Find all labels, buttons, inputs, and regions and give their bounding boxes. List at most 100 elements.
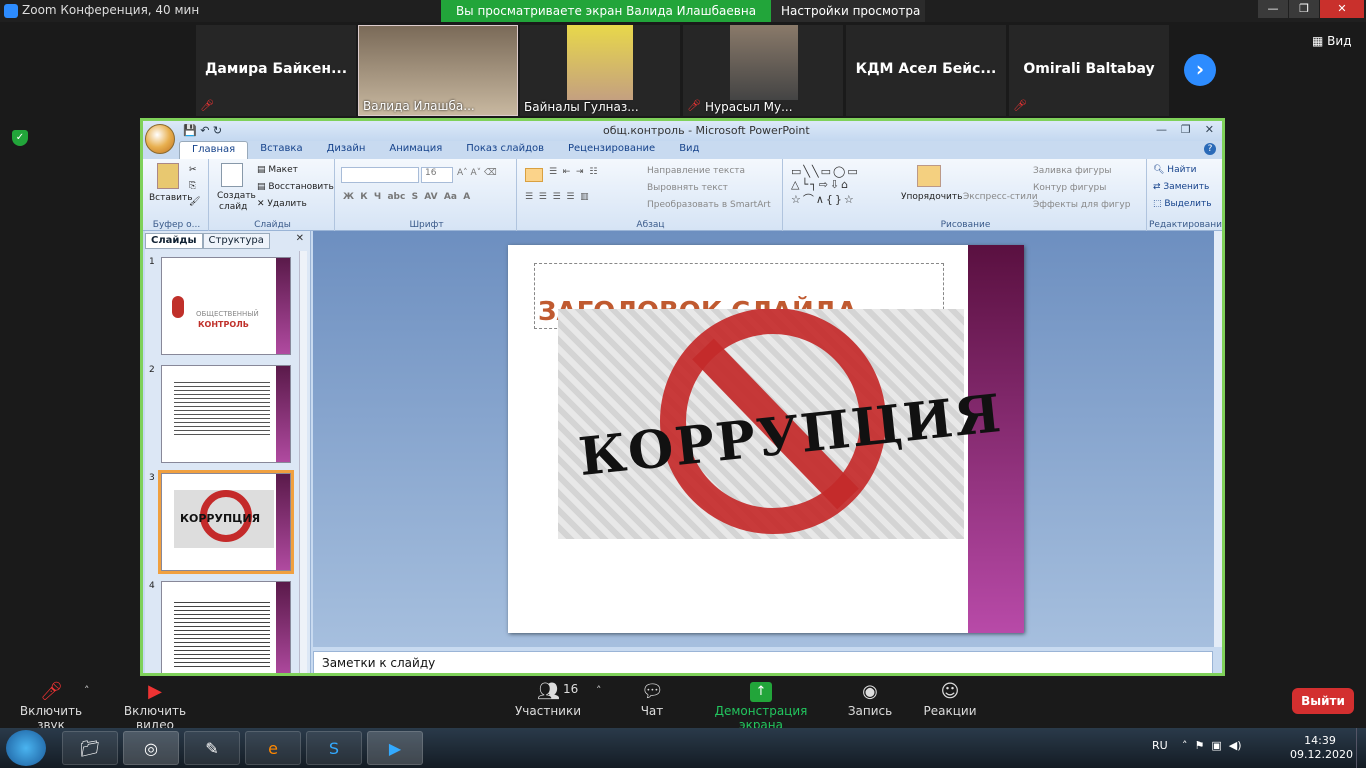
editor-scrollbar[interactable] xyxy=(1214,231,1222,647)
font-format-buttons[interactable]: Ж К Ч abc S AV Aa A xyxy=(343,192,470,202)
next-page-button[interactable]: › xyxy=(1184,54,1216,86)
shape-effects-button[interactable]: Эффекты для фигур xyxy=(1033,200,1130,210)
close-button[interactable]: ✕ xyxy=(1320,0,1364,18)
chrome-task[interactable]: ◎ xyxy=(123,731,179,765)
font-grow-buttons[interactable]: A˄ A˅ ⌫ xyxy=(457,168,497,178)
leave-button[interactable]: Выйти xyxy=(1292,688,1354,714)
chat-button[interactable]: 💬︎ Чат xyxy=(630,676,674,719)
arrange-icon[interactable] xyxy=(917,165,941,187)
group-editing: 🔍︎ Найти ⇄ Заменить ⬚ Выделить Редактиро… xyxy=(1149,159,1222,231)
zoom-toolbar: 🎤︎ Включить звук ˄ ▶ Включить видео 👥︎ У… xyxy=(0,676,1366,732)
share-screen-button[interactable]: ↑ Демонстрация экрана xyxy=(696,676,826,732)
reactions-icon: ☺ xyxy=(940,681,960,702)
participant-tile[interactable]: Валида Илашба... xyxy=(358,25,518,116)
layout-button[interactable]: ▤ Макет xyxy=(257,165,298,175)
minimize-button[interactable]: — xyxy=(1258,0,1288,18)
ribbon: Вставить ✂ ⎘ 🖌︎ Буфер о... Создать слайд… xyxy=(143,159,1222,231)
chevron-up-icon[interactable]: ˄ xyxy=(84,684,90,697)
new-slide-icon[interactable] xyxy=(221,163,243,187)
start-button[interactable] xyxy=(6,730,46,766)
tab-outline[interactable]: Структура xyxy=(202,233,270,249)
delete-label: Удалить xyxy=(267,199,307,209)
participant-tile[interactable]: Дамира Байкен... 🎤︎ xyxy=(196,25,356,116)
zoom-task[interactable]: ▶ xyxy=(367,731,423,765)
paste-icon[interactable] xyxy=(157,163,179,189)
record-label: Запись xyxy=(847,704,893,718)
tab-design[interactable]: Дизайн xyxy=(315,141,378,159)
corruption-image[interactable]: КОРРУПЦИЯ xyxy=(558,308,1005,539)
replace-button[interactable]: ⇄ Заменить xyxy=(1153,182,1209,192)
paste-button[interactable]: Вставить xyxy=(149,193,193,203)
app-task[interactable]: ✎ xyxy=(184,731,240,765)
tab-slides[interactable]: Слайды xyxy=(145,233,203,249)
record-button[interactable]: ◉ Запись xyxy=(846,676,894,719)
reactions-button[interactable]: ☺ Реакции xyxy=(922,676,978,719)
shape-outline-button[interactable]: Контур фигуры xyxy=(1033,183,1106,193)
thumb-text: ОБЩЕСТВЕННЫЙ xyxy=(196,310,259,318)
browser-task[interactable]: e xyxy=(245,731,301,765)
panel-tabs: Слайды Структура xyxy=(145,233,270,249)
new-slide-button-line2[interactable]: слайд xyxy=(219,202,247,212)
ppt-window-controls[interactable]: — ❐ ✕ xyxy=(1156,123,1214,136)
tab-review[interactable]: Рецензирование xyxy=(556,141,667,159)
participant-tile[interactable]: Omirali Baltabay 🎤︎ xyxy=(1009,25,1169,116)
delete-button[interactable]: ✕ Удалить xyxy=(257,199,307,209)
participant-tile[interactable]: КДМ Асел Бейс... xyxy=(846,25,1006,116)
skype-task[interactable]: S xyxy=(306,731,362,765)
participant-tile[interactable]: Байналы Гулназ... xyxy=(520,25,680,116)
panel-scrollbar[interactable] xyxy=(299,251,307,673)
new-slide-button[interactable]: Создать xyxy=(217,191,256,201)
select-button[interactable]: ⬚ Выделить xyxy=(1153,199,1212,209)
slide-thumbnail[interactable] xyxy=(161,365,291,463)
tray-icons[interactable]: ˄ ⚑ ▣ ◀) xyxy=(1182,739,1242,752)
tab-insert[interactable]: Вставка xyxy=(248,141,314,159)
find-button[interactable]: 🔍︎ Найти xyxy=(1153,165,1197,175)
start-video-button[interactable]: ▶ Включить видео xyxy=(106,676,204,733)
slide-thumbnail[interactable] xyxy=(161,581,291,673)
clock[interactable]: 14:39 09.12.2020 xyxy=(1290,734,1353,762)
maximize-button[interactable]: ❐ xyxy=(1289,0,1319,18)
format-painter-icon[interactable]: 🖌︎ xyxy=(189,197,200,207)
quick-access-toolbar[interactable]: 💾 ↶ ↻ xyxy=(183,124,222,137)
font-name-select[interactable] xyxy=(341,167,419,183)
tab-animation[interactable]: Анимация xyxy=(377,141,454,159)
align-text-button[interactable]: Выровнять текст xyxy=(647,183,728,193)
shapes-gallery[interactable]: ▭╲╲▭◯▭ △└┐⇨⇩⌂ ☆⌒∧{}☆ xyxy=(791,165,860,207)
slide-thumbnail-selected[interactable]: КОРРУПЦИЯ xyxy=(158,470,294,574)
notes-pane[interactable]: Заметки к слайду xyxy=(313,651,1213,673)
text-direction-button[interactable]: Направление текста xyxy=(647,166,745,176)
smartart-button[interactable]: Преобразовать в SmartArt xyxy=(647,200,771,210)
slide-thumbnail[interactable]: ОБЩЕСТВЕННЫЙ КОНТРОЛЬ xyxy=(161,257,291,355)
tab-slideshow[interactable]: Показ слайдов xyxy=(454,141,556,159)
arrange-button[interactable]: Упорядочить xyxy=(901,192,962,202)
current-slide[interactable]: ЗАГОЛОВОК СЛАЙДА КОРРУПЦИЯ xyxy=(508,245,1024,633)
edge-icon: e xyxy=(268,739,278,758)
slide-number: 4 xyxy=(149,581,155,591)
help-icon[interactable]: ? xyxy=(1204,143,1216,155)
close-panel-icon[interactable]: ✕ xyxy=(296,233,304,244)
participants-count: 16 xyxy=(563,682,579,696)
skype-icon: S xyxy=(328,739,340,758)
tab-home[interactable]: Главная xyxy=(179,141,249,159)
tab-view[interactable]: Вид xyxy=(667,141,711,159)
chat-label: Чат xyxy=(640,704,664,718)
chevron-up-icon[interactable]: ˄ xyxy=(596,684,602,697)
list-buttons[interactable]: ☰ ⇤ ⇥ ☷ xyxy=(549,167,597,177)
participant-tile[interactable]: 🎤︎ Нурасыл Му... xyxy=(683,25,843,116)
cut-icon[interactable]: ✂ xyxy=(189,165,197,175)
office-button[interactable] xyxy=(145,124,175,154)
view-options-button[interactable]: Настройки просмотра ⌄ xyxy=(771,0,925,40)
quick-styles-button[interactable]: Экспресс-стили xyxy=(963,192,1038,202)
show-desktop-button[interactable] xyxy=(1356,728,1366,768)
reset-button[interactable]: ▤ Восстановить xyxy=(257,182,334,192)
security-shield-icon[interactable]: ✓ xyxy=(12,130,28,146)
unmute-button[interactable]: 🎤︎ Включить звук xyxy=(6,676,96,733)
explorer-task[interactable]: 📁︎ xyxy=(62,731,118,765)
shape-fill-button[interactable]: Заливка фигуры xyxy=(1033,166,1111,176)
language-indicator[interactable]: RU xyxy=(1152,739,1168,752)
view-button[interactable]: ▦ Вид xyxy=(1312,34,1352,48)
bullets-button[interactable] xyxy=(525,168,543,182)
font-size-select[interactable]: 16 xyxy=(421,167,453,183)
align-buttons[interactable]: ☰ ☰ ☰ ☰ ▥ xyxy=(525,192,589,202)
copy-icon[interactable]: ⎘ xyxy=(189,181,196,191)
